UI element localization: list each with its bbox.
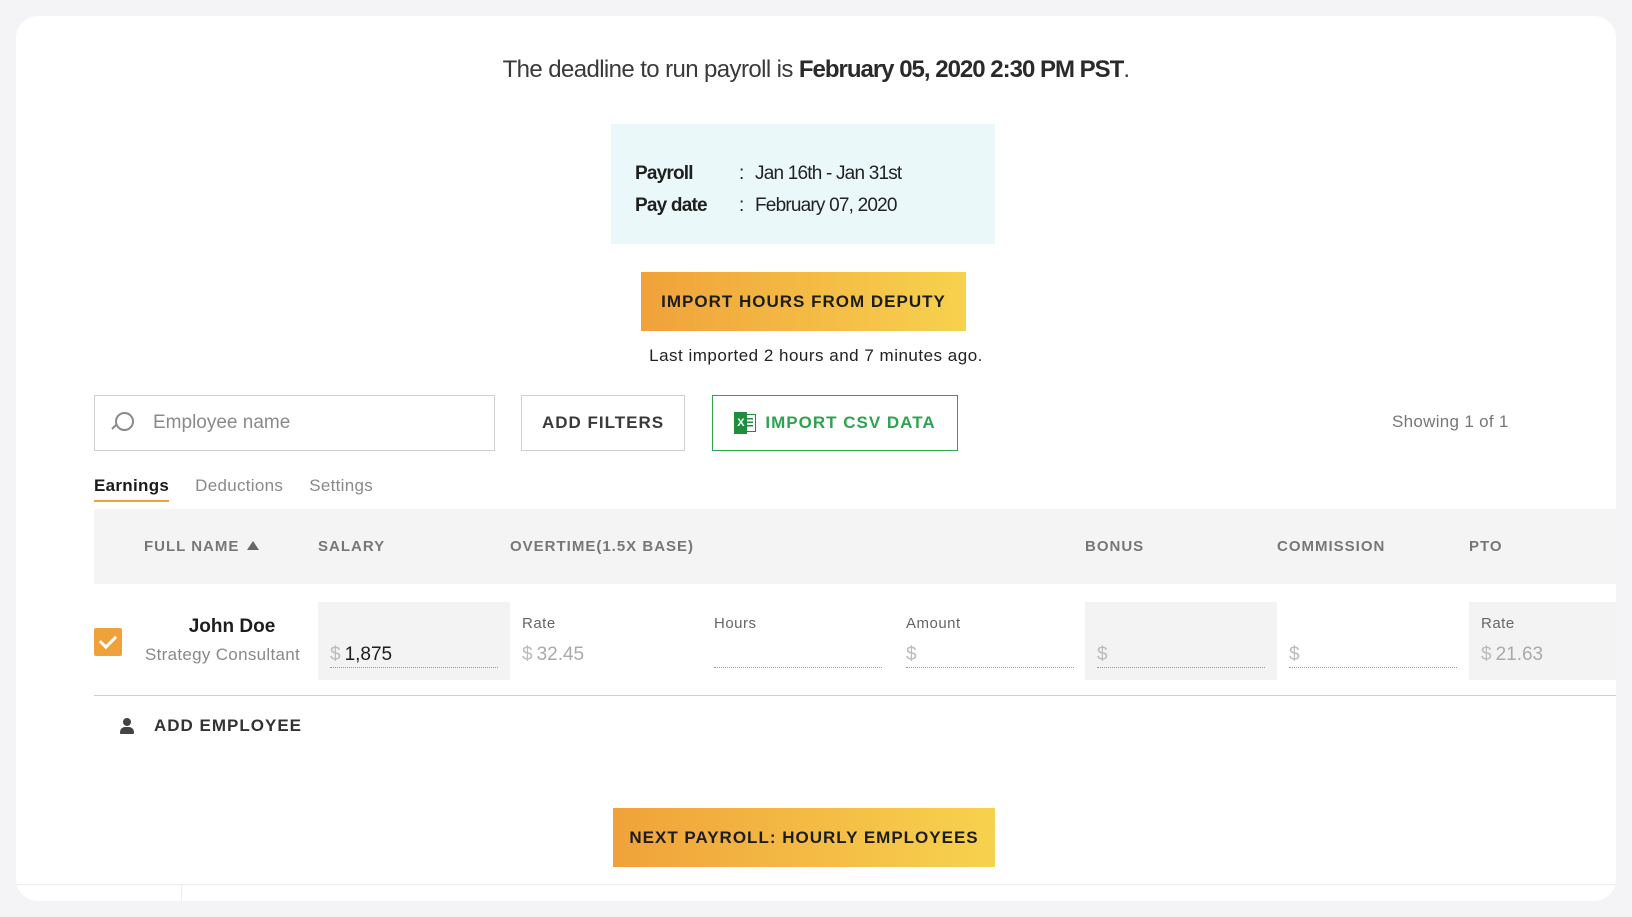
payroll-period: Jan 16th - Jan 31st <box>755 163 902 184</box>
column-pto: PTO <box>1469 538 1503 555</box>
overtime-rate: 32.45 <box>536 644 585 665</box>
overtime-amount-cell: Amount $ <box>894 602 1086 680</box>
payroll-label: Payroll <box>635 163 694 184</box>
pto-rate-label: Rate <box>1481 615 1515 632</box>
commission-input[interactable]: $ <box>1289 642 1457 668</box>
salary-cell: $1,875 <box>318 602 510 680</box>
column-salary: SALARY <box>318 538 386 555</box>
pto-rate-value: $21.63 <box>1481 642 1604 668</box>
column-full-name-label: FULL NAME <box>144 538 240 555</box>
excel-icon: X <box>734 412 757 434</box>
import-csv-label: IMPORT CSV DATA <box>765 413 936 432</box>
search-icon <box>111 412 134 434</box>
sort-ascending-icon <box>247 541 260 550</box>
payroll-info-box: Payroll : Jan 16th - Jan 31st Pay date :… <box>611 124 995 244</box>
divider <box>181 884 182 901</box>
table-header: FULL NAME SALARY OVERTIME(1.5X BASE) BON… <box>94 509 1616 584</box>
tabs: Earnings Deductions Settings <box>94 476 373 502</box>
currency-symbol: $ <box>906 643 917 665</box>
import-csv-button[interactable]: X IMPORT CSV DATA <box>712 395 958 451</box>
currency-symbol: $ <box>1481 644 1492 665</box>
currency-symbol: $ <box>1289 643 1300 665</box>
bonus-input[interactable]: $ <box>1097 642 1265 668</box>
salary-input[interactable]: $1,875 <box>330 642 498 668</box>
tab-settings[interactable]: Settings <box>309 476 373 502</box>
add-employee-label: ADD EMPLOYEE <box>154 716 303 735</box>
tab-deductions[interactable]: Deductions <box>195 476 283 502</box>
payroll-separator: : <box>739 163 744 184</box>
overtime-rate-value: $32.45 <box>522 642 690 668</box>
overtime-rate-cell: Rate $32.45 <box>510 602 702 680</box>
deadline-prefix: The deadline to run payroll is <box>502 56 799 83</box>
pay-date: February 07, 2020 <box>755 195 897 216</box>
currency-symbol: $ <box>330 643 341 665</box>
column-commission: COMMISSION <box>1277 538 1386 555</box>
pay-date-label: Pay date <box>635 195 708 216</box>
import-deputy-button[interactable]: IMPORT HOURS FROM DEPUTY <box>641 272 966 331</box>
divider <box>16 884 1616 885</box>
row-checkbox[interactable] <box>94 628 122 656</box>
overtime-amount-input[interactable]: $ <box>906 642 1074 668</box>
column-full-name[interactable]: FULL NAME <box>144 538 260 555</box>
pto-rate: 21.63 <box>1495 644 1544 665</box>
employee-title: Strategy Consultant <box>145 645 301 664</box>
add-employee-button[interactable]: ADD EMPLOYEE <box>120 716 302 736</box>
bonus-cell: $ <box>1085 602 1277 680</box>
deadline-suffix: . <box>1123 56 1130 83</box>
pay-date-row: Pay date : February 07, 2020 <box>635 190 995 222</box>
column-bonus: BONUS <box>1085 538 1145 555</box>
deadline-text: The deadline to run payroll is February … <box>16 56 1616 84</box>
currency-symbol: $ <box>522 644 533 665</box>
overtime-rate-label: Rate <box>522 615 556 632</box>
employee-name: John Doe <box>188 616 276 637</box>
table-row: John Doe Strategy Consultant $1,875 Rate… <box>94 584 1616 696</box>
showing-count: Showing 1 of 1 <box>1392 412 1509 431</box>
user-icon <box>120 718 134 734</box>
overtime-hours-input[interactable] <box>714 642 882 668</box>
overtime-amount-label: Amount <box>906 615 961 632</box>
last-imported-text: Last imported 2 hours and 7 minutes ago. <box>649 346 983 365</box>
currency-symbol: $ <box>1097 643 1108 665</box>
payroll-card: The deadline to run payroll is February … <box>16 16 1616 901</box>
add-filters-button[interactable]: ADD FILTERS <box>521 395 685 451</box>
tab-earnings[interactable]: Earnings <box>94 476 170 502</box>
payroll-period-row: Payroll : Jan 16th - Jan 31st <box>635 158 995 190</box>
search-input[interactable] <box>153 412 453 434</box>
commission-cell: $ <box>1277 602 1469 680</box>
pay-date-separator: : <box>739 195 744 216</box>
salary-value: 1,875 <box>344 643 393 665</box>
column-overtime: OVERTIME(1.5X BASE) <box>510 538 695 555</box>
next-payroll-button[interactable]: NEXT PAYROLL: HOURLY EMPLOYEES <box>613 808 995 867</box>
pto-rate-cell: Rate $21.63 <box>1469 602 1616 680</box>
employee-search[interactable] <box>94 395 495 451</box>
overtime-hours-label: Hours <box>714 615 757 632</box>
overtime-hours-cell: Hours <box>702 602 894 680</box>
deadline-value: February 05, 2020 2:30 PM PST <box>798 56 1125 83</box>
